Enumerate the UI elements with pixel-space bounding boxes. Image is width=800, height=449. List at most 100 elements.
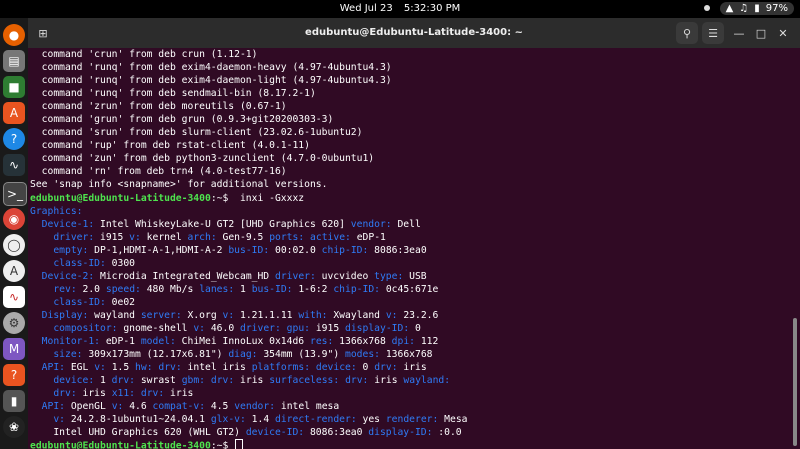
info-value: 1-6:2 [292,283,334,295]
info-key: vendor: [234,401,276,413]
info-key: wayland: [403,375,451,387]
libreoffice-icon[interactable]: ■ [3,76,25,98]
system-monitor-icon[interactable]: ∿ [3,154,25,176]
help-icon[interactable]: ? [3,128,25,150]
info-key: drv: [53,388,77,400]
accessibility-indicator-icon[interactable] [704,5,710,11]
clock[interactable]: Wed Jul 23 5:32:30 PM [0,3,800,14]
info-key: device-ID: [245,427,305,439]
window-header[interactable]: ⊞ edubuntu@Edubuntu-Latitude-3400: ~ ⚲ ☰… [28,18,800,48]
terminal-output[interactable]: command 'crun' from deb crun (1.12-1) co… [30,48,790,449]
accessibility-icon[interactable]: A [3,260,25,282]
firefox-icon[interactable]: ● [3,24,25,46]
terminal-icon[interactable]: >_ [3,182,27,206]
info-key: bus-ID: [228,244,270,256]
help-question-icon[interactable]: ? [3,364,25,386]
minimize-icon[interactable]: — [728,22,750,44]
info-key: v: [129,231,141,243]
info-key: driver: [274,270,316,282]
info-value: i915 [94,231,130,243]
info-key: drv: [111,375,136,387]
terminal-text: command 'runq' from deb exim4-daemon-lig… [30,75,392,87]
info-value: 4.5 [205,401,235,413]
info-value [30,310,42,321]
info-line: class-ID: 0e02 [30,296,790,309]
terminal-text: command 'runq' from deb exim4-daemon-hea… [30,62,392,74]
chromium-icon[interactable]: ◉ [3,208,25,230]
info-value [30,219,42,230]
clock-date: Wed Jul 23 [339,3,393,14]
info-key: v: [193,322,205,334]
info-value: 1.5 [105,362,136,374]
info-value: Microdia Integrated_Webcam_HD [94,270,275,282]
info-value: iris [397,362,427,374]
info-key: class-ID: [53,296,106,308]
info-value: wayland [88,309,141,321]
info-line: drv: iris x11: drv: iris [30,387,790,400]
info-line: device: 1 drv: swrast gbm: drv: iris sur… [30,374,790,387]
info-key: server: [140,309,182,321]
info-value [30,362,42,373]
math-icon[interactable]: M [3,338,25,360]
info-key: type: [374,270,404,282]
settings-icon[interactable]: ⚙ [3,312,25,334]
info-line: rev: 2.0 speed: 480 Mb/s lanes: 1 bus-ID… [30,283,790,296]
terminal-window[interactable]: ⊞ edubuntu@Edubuntu-Latitude-3400: ~ ⚲ ☰… [28,18,800,449]
info-value: iris [164,388,194,400]
info-value: 1 [234,283,252,295]
info-key: API: [41,401,66,413]
info-value: 1 [94,375,112,387]
info-value: eDP-1 [350,231,386,243]
info-value: 354mm (13.9") [257,349,345,361]
messaging-icon[interactable]: ◯ [3,234,25,256]
info-key: dpi: [391,336,415,348]
info-value: 0 [356,362,375,374]
info-key: Display: [41,309,89,321]
info-value [30,297,53,308]
info-value: 46.0 [205,322,240,334]
info-value: iris [76,388,112,400]
scrollbar[interactable] [793,318,797,446]
info-key: drv: [345,375,369,387]
battery-icon: ▮ [754,3,760,14]
terminal-text: command 'runq' from deb sendmail-bin (8.… [30,88,316,100]
info-key: drv: [374,362,398,374]
info-line: API: OpenGL v: 4.6 compat-v: 4.5 vendor:… [30,400,790,413]
info-value [30,336,42,347]
command-text: inxi -Gxxxz [228,192,305,204]
info-key: glx-v: [210,414,246,426]
info-value [30,271,42,282]
terminal-line: command 'srun' from deb slurm-client (23… [30,126,790,139]
battery-percent: 97% [765,3,788,14]
close-icon[interactable]: ✕ [772,22,794,44]
info-key: display-ID: [345,322,410,334]
maximize-icon[interactable]: □ [750,22,772,44]
info-key: Graphics: [30,205,83,217]
usb-icon[interactable]: ▮ [3,390,25,412]
info-value [30,414,53,425]
info-key: Device-1: [41,218,95,230]
menu-icon[interactable]: ☰ [702,22,724,44]
info-value: 1.4 [245,414,275,426]
info-value: 0e02 [105,296,136,308]
terminal-line: See 'snap info <snapname>' for additiona… [30,178,790,191]
info-value: Dell [391,218,421,230]
search-icon[interactable]: ⚲ [676,22,698,44]
app-center-icon[interactable]: A [3,102,25,124]
info-key: with: [298,309,328,321]
status-pill[interactable]: ▲ ♫ ▮ 97% [719,2,794,15]
info-key: modes: [345,349,380,361]
info-value: EGL [65,362,95,374]
info-value [30,284,53,295]
system-tray[interactable]: ▲ ♫ ▮ 97% [719,2,794,15]
info-value: 00:02.0 [269,244,322,256]
files-icon[interactable]: ▤ [3,50,25,72]
info-value: intel mesa [275,401,340,413]
ubuntu-icon[interactable]: ❀ [3,416,25,438]
prompt-line: edubuntu@Edubuntu-Latitude-3400:~$ [30,439,790,449]
terminal-text: See 'snap info <snapname>' for additiona… [30,179,328,191]
info-key: device: [315,362,357,374]
info-line: Display: wayland server: X.org v: 1.21.1… [30,309,790,322]
terminal-text: command 'srun' from deb slurm-client (23… [30,127,363,139]
charts-icon[interactable]: ∿ [3,286,25,308]
